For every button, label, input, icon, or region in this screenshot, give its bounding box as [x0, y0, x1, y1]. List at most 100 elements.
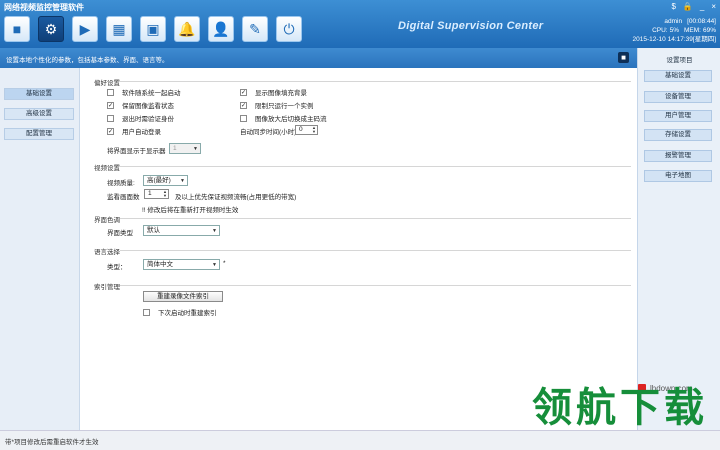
- app-window: 网络视频监控管理软件 ■ ⚙ ▶ ▦ ▣ 🔔 👤 ✎ ⏻ Digital Sup…: [0, 0, 720, 450]
- right-panel-title: 设置项目: [666, 57, 693, 64]
- section-video: 视频设置: [94, 165, 120, 172]
- autostart-checkbox[interactable]: [107, 88, 114, 96]
- save-state-option[interactable]: ✓ 保留图像监看状态: [107, 100, 174, 110]
- right-nav-storage[interactable]: 存储设置: [644, 129, 712, 141]
- quality-label: 视频质量:: [107, 180, 135, 187]
- left-nav-advanced[interactable]: 高级设置: [4, 108, 74, 120]
- close-icon[interactable]: ×: [711, 2, 716, 11]
- user-name: admin: [664, 18, 683, 25]
- right-nav-emap[interactable]: 电子地图: [644, 170, 712, 182]
- single-instance-checkbox[interactable]: ✓: [240, 101, 247, 109]
- zoom-stream-label: 图像放大后切换成主码流: [255, 116, 327, 123]
- dollar-icon[interactable]: $: [671, 2, 675, 11]
- lock-icon[interactable]: ■: [618, 52, 629, 63]
- section-divider: [120, 285, 631, 286]
- autologin-label: 用户自动登录: [122, 129, 161, 136]
- fill-bg-label: 显示图像填充背景: [255, 90, 307, 97]
- zoom-stream-checkbox[interactable]: [240, 114, 247, 122]
- lang-type-label: 类型：: [107, 264, 127, 271]
- section-divider: [120, 81, 631, 82]
- ui-type-row: 界面类型: [107, 227, 133, 237]
- fill-bg-option[interactable]: ✓ 显示图像填充背景: [240, 87, 307, 97]
- system-status: admin [00:08:44] CPU: 5% MEM: 69% 2015-12-10…: [628, 17, 716, 44]
- autologin-option[interactable]: ✓ 用户自动登录: [107, 126, 161, 136]
- header-bar: 网络视频监控管理软件 ■ ⚙ ▶ ▦ ▣ 🔔 👤 ✎ ⏻ Digital Sup…: [0, 0, 720, 48]
- minimize-icon[interactable]: _: [700, 2, 704, 11]
- left-nav-basic[interactable]: 基础设置: [4, 88, 74, 100]
- exit-verify-option[interactable]: 退出时需验证身份: [107, 113, 174, 123]
- section-divider: [120, 250, 631, 251]
- count-hint-row: 及以上优先保证视频流畅(占用更低的带宽): [175, 191, 296, 201]
- rebuild-next-label: 下次启动时重建索引: [158, 310, 217, 317]
- sync-time-row: 自动同步时间(小时): [240, 126, 296, 136]
- lang-value: 简体中文: [147, 261, 173, 268]
- section-ui-theme: 界面色调: [94, 217, 120, 224]
- rebuild-next-option[interactable]: 下次启动时重建索引: [143, 307, 217, 317]
- footer-note: 带*项目修改后需重启软件才生效: [5, 439, 99, 446]
- camera-icon[interactable]: ■: [4, 16, 30, 42]
- lang-select[interactable]: 简体中文 ▼: [143, 259, 220, 270]
- sync-time-label: 自动同步时间(小时): [240, 129, 297, 136]
- right-nav-basic[interactable]: 基础设置: [644, 70, 712, 82]
- app-title: 网络视频监控管理软件: [4, 3, 84, 12]
- section-divider: [120, 218, 631, 219]
- left-nav: 基础设置 高级设置 配置管理: [0, 68, 80, 430]
- rebuild-index-button[interactable]: 重建录像文件索引: [143, 291, 223, 302]
- count-value: 1: [148, 190, 152, 197]
- right-nav-alarm[interactable]: 报警管理: [644, 150, 712, 162]
- grid-icon[interactable]: ▦: [106, 16, 132, 42]
- lang-type-row: 类型：: [107, 261, 127, 271]
- gear-icon[interactable]: ⚙: [38, 16, 64, 42]
- left-nav-config[interactable]: 配置管理: [4, 128, 74, 140]
- lock-icon[interactable]: 🔒: [683, 2, 693, 11]
- save-state-label: 保留图像监看状态: [122, 103, 174, 110]
- settings-content: 偏好设置 软件随系统一起启动 ✓ 保留图像监看状态 退出时需验证身份 ✓ 用户自动登…: [80, 68, 637, 430]
- spinner-arrows-icon[interactable]: ▲ ▼: [163, 190, 167, 198]
- right-nav-devices[interactable]: 设备管理: [644, 91, 712, 103]
- lang-star-row: *: [223, 260, 226, 267]
- autostart-option[interactable]: 软件随系统一起启动: [107, 87, 181, 97]
- right-panel: 设置项目 基础设置 设备管理 用户管理 存储设置 报警管理 电子地图: [637, 48, 720, 430]
- watermark-logo: 领航下载: [532, 385, 708, 431]
- zoom-stream-option[interactable]: 图像放大后切换成主码流: [240, 113, 327, 123]
- count-row: 监看画面数: [107, 191, 140, 201]
- cpu-value: 5%: [669, 27, 679, 34]
- right-nav-users[interactable]: 用户管理: [644, 110, 712, 122]
- mem-value: 69%: [702, 27, 716, 34]
- rebuild-next-checkbox[interactable]: [143, 308, 150, 316]
- autostart-label: 软件随系统一起启动: [122, 90, 181, 97]
- chevron-down-icon: ▼: [180, 178, 185, 184]
- window-controls: $ 🔒 _ ×: [671, 2, 716, 11]
- quality-select[interactable]: 高(最好) ▼: [143, 175, 188, 186]
- power-icon[interactable]: ⏻: [276, 16, 302, 42]
- brand-text: Digital Supervision Center: [398, 20, 544, 32]
- section-language: 语言选择: [94, 249, 120, 256]
- autologin-checkbox[interactable]: ✓: [107, 127, 114, 135]
- video-note: !! 修改后将在重新打开视频时生效: [142, 207, 239, 214]
- map-icon[interactable]: ▣: [140, 16, 166, 42]
- monitor-value: 1: [173, 145, 177, 152]
- mem-label: MEM:: [684, 27, 701, 34]
- section-divider: [120, 166, 631, 167]
- chevron-down-icon: ▼: [212, 262, 217, 268]
- section-preferences: 偏好设置: [94, 80, 120, 87]
- single-instance-label: 限制只运行一个实例: [255, 103, 314, 110]
- quality-row: 视频质量:: [107, 177, 135, 187]
- spinner-arrows-icon[interactable]: ▲ ▼: [312, 126, 316, 134]
- section-index: 索引管理: [94, 284, 120, 291]
- notepad-icon[interactable]: ✎: [242, 16, 268, 42]
- save-state-checkbox[interactable]: ✓: [107, 101, 114, 109]
- user-icon[interactable]: 👤: [208, 16, 234, 42]
- description-bar: 设置本地个性化的参数，包括基本参数、界面、语言等。 ■: [0, 48, 637, 68]
- single-instance-option[interactable]: ✓ 限制只运行一个实例: [240, 100, 314, 110]
- ui-type-select[interactable]: 默认 ▼: [143, 225, 220, 236]
- fill-bg-checkbox[interactable]: ✓: [240, 88, 247, 96]
- bell-icon[interactable]: 🔔: [174, 16, 200, 42]
- sync-time-spinner[interactable]: 0 ▲ ▼: [295, 125, 318, 135]
- count-spinner[interactable]: 1 ▲ ▼: [144, 189, 169, 199]
- monitor-select[interactable]: 1 ▼: [169, 143, 201, 154]
- exit-verify-checkbox[interactable]: [107, 114, 114, 122]
- play-icon[interactable]: ▶: [72, 16, 98, 42]
- chevron-down-icon: ▼: [212, 228, 217, 234]
- count-label: 监看画面数: [107, 194, 140, 201]
